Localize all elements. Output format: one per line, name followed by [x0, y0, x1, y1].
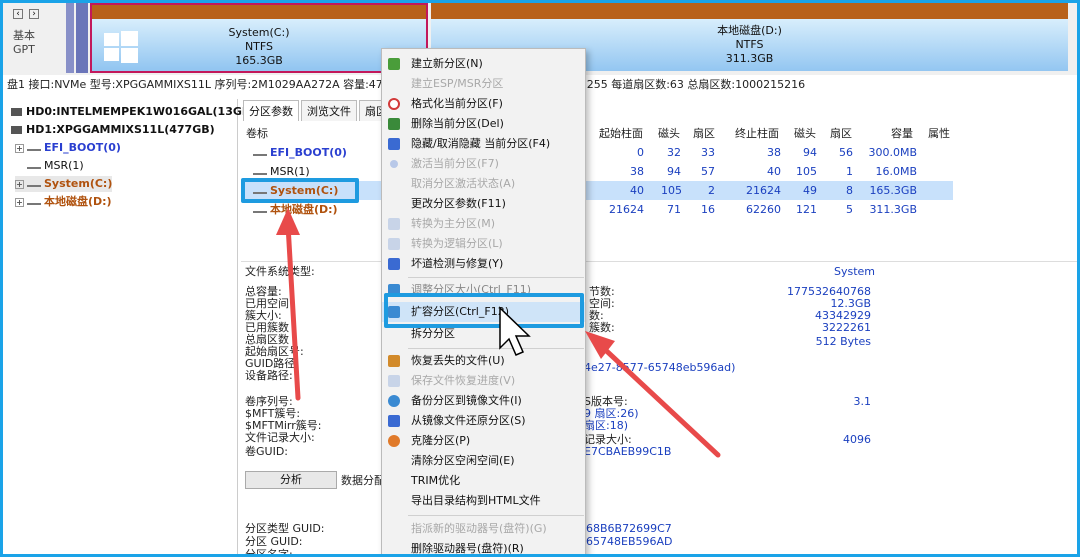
- arrow-icon: [585, 331, 721, 458]
- mouse-cursor-icon: [499, 306, 531, 356]
- arrow-icon: [276, 208, 301, 401]
- annotation-arrows: [276, 208, 721, 458]
- app-window: ‹ › 基本 GPT System(C:) NTFS 165.3GB 本地磁盘(…: [0, 0, 1080, 557]
